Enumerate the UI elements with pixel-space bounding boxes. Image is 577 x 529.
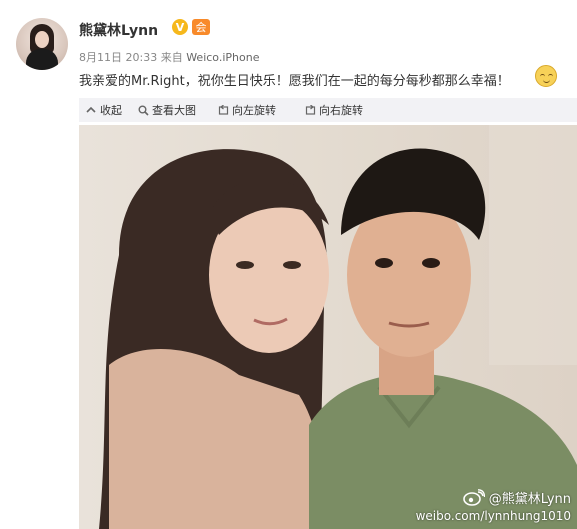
rotate-left-icon (217, 104, 229, 116)
user-badges: V 会 (172, 19, 210, 35)
avatar-body (26, 49, 58, 70)
source-prefix: 来自 (160, 51, 183, 64)
collapse-icon (85, 104, 97, 116)
rotate-right-label: 向右旋转 (319, 104, 363, 117)
avatar[interactable] (16, 18, 68, 70)
smiley-icon (535, 65, 557, 87)
photo-illustration (99, 125, 577, 529)
rotate-left-button[interactable]: 向左旋转 (217, 98, 276, 122)
source-link[interactable]: Weico.iPhone (186, 51, 259, 64)
post-timestamp[interactable]: 8月11日 20:33 (79, 51, 157, 64)
smiley-mouth (543, 79, 550, 83)
weibo-logo-icon (462, 489, 485, 506)
collapse-button[interactable]: 收起 (85, 98, 122, 122)
watermark-user: @熊黛林Lynn (488, 492, 571, 507)
rotate-left-label: 向左旋转 (232, 104, 276, 117)
post-photo[interactable]: @熊黛林Lynn weibo.com/lynnhung1010 (79, 125, 577, 529)
member-badge-icon[interactable]: 会 (192, 19, 210, 35)
smiley-eye-left (540, 74, 545, 77)
rotate-right-icon (304, 104, 316, 116)
avatar-face (35, 31, 49, 48)
post-text: 我亲爱的Mr.Right，祝你生日快乐！愿我们在一起的每分每秒都那么幸福！ (79, 74, 510, 89)
magnifier-icon (137, 104, 149, 116)
collapse-label: 收起 (100, 104, 122, 117)
watermark-url: weibo.com/lynnhung1010 (415, 509, 571, 523)
post-meta: 8月11日 20:33 来自 Weico.iPhone (79, 49, 259, 65)
view-large-button[interactable]: 查看大图 (137, 98, 196, 122)
username-link[interactable]: 熊黛林Lynn (79, 20, 158, 40)
view-large-label: 查看大图 (152, 104, 196, 117)
verified-badge-icon[interactable]: V (172, 19, 188, 35)
image-toolbar: 收起 查看大图 向左旋转 向右旋转 (79, 98, 577, 122)
rotate-right-button[interactable]: 向右旋转 (304, 98, 363, 122)
photo-watermark: @熊黛林Lynn weibo.com/lynnhung1010 (416, 488, 571, 523)
smiley-eye-right (548, 74, 553, 77)
